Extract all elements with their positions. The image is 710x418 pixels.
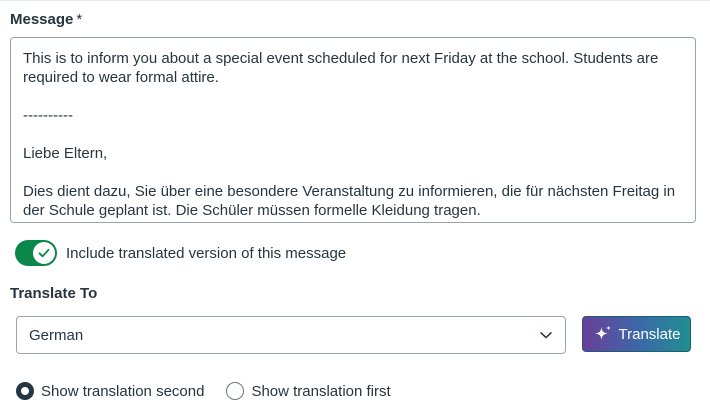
radio-show-translation-first[interactable]: Show translation first <box>226 382 391 400</box>
selected-language: German <box>29 326 84 344</box>
radio-label: Show translation second <box>41 382 205 400</box>
include-translation-label: Include translated version of this messa… <box>66 244 347 262</box>
toggle-knob <box>33 242 55 264</box>
chevron-down-icon <box>539 328 553 342</box>
required-marker: * <box>76 11 83 28</box>
check-icon <box>38 248 50 258</box>
radio-label: Show translation first <box>251 382 391 400</box>
message-label-text: Message <box>10 11 74 28</box>
translate-to-label: Translate To <box>10 285 98 302</box>
translate-button-label: Translate <box>618 325 681 343</box>
message-paragraph: Dies dient dazu, Sie über eine besondere… <box>23 183 676 219</box>
translate-to-select[interactable]: German <box>16 316 566 354</box>
message-paragraph: ---------- <box>23 107 73 124</box>
translate-button[interactable]: Translate <box>582 316 691 352</box>
radio-button-checked[interactable] <box>16 382 34 400</box>
include-translation-row: Include translated version of this messa… <box>15 239 346 267</box>
radio-button-unchecked[interactable] <box>226 382 245 400</box>
message-form: Message * This is to inform you about a s… <box>0 0 710 418</box>
radio-show-translation-second[interactable]: Show translation second <box>16 382 204 400</box>
message-textarea[interactable]: This is to inform you about a special ev… <box>10 37 696 223</box>
include-translation-toggle[interactable] <box>15 240 57 266</box>
sparkle-icon <box>593 324 613 344</box>
translation-order-radio-group: Show translation second Show translation… <box>16 382 413 400</box>
message-label: Message * <box>10 11 82 28</box>
message-paragraph: This is to inform you about a special ev… <box>23 50 659 86</box>
message-paragraph: Liebe Eltern, <box>23 145 108 162</box>
